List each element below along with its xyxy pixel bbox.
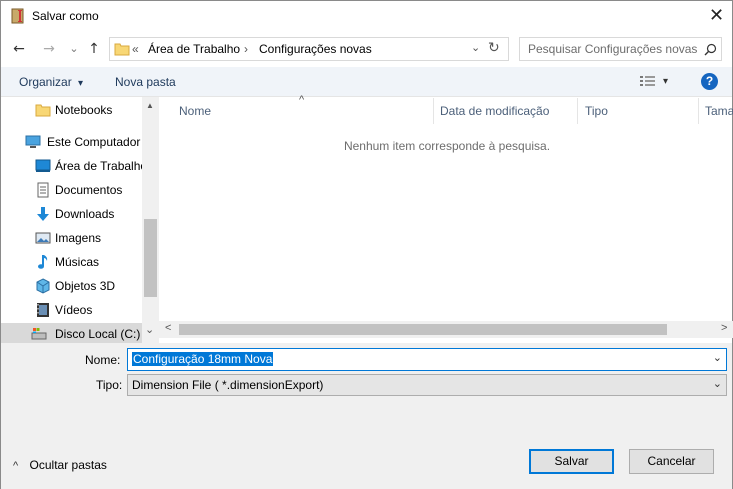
music-icon <box>38 255 48 269</box>
breadcrumb-overflow[interactable]: « <box>132 42 139 56</box>
close-button[interactable]: ✕ <box>700 1 733 32</box>
scroll-left-icon[interactable]: < <box>165 322 171 334</box>
folder-icon <box>114 43 130 56</box>
breadcrumb-item[interactable]: Área de Trabalho <box>148 42 240 56</box>
organize-button[interactable]: Organizar ▾ <box>19 75 83 89</box>
sidebar-item-label: Vídeos <box>55 303 93 317</box>
sidebar-item-label: Este Computador <box>47 135 141 149</box>
disk-icon <box>31 328 47 340</box>
sidebar-item-label: Disco Local (C:) <box>55 327 141 341</box>
file-type-value: Dimension File ( *.dimensionExport) <box>132 378 324 392</box>
sidebar-item-music[interactable]: Músicas <box>1 251 142 273</box>
pictures-icon <box>35 232 51 244</box>
breadcrumb-item[interactable]: Configurações novas <box>259 42 372 56</box>
videos-icon <box>37 303 49 317</box>
column-header-date-modified[interactable]: Data de modificação <box>440 104 549 130</box>
chevron-down-icon[interactable]: ⌄ <box>713 351 722 364</box>
documents-icon <box>37 182 49 198</box>
refresh-icon[interactable]: ↻ <box>488 40 500 56</box>
help-glyph: ? <box>705 74 714 88</box>
chevron-down-icon: ▾ <box>78 78 84 89</box>
column-header-type[interactable]: Tipo <box>585 104 608 130</box>
downloads-icon <box>37 207 49 221</box>
column-header-size[interactable]: Tama <box>705 104 733 130</box>
sidebar-item-label: Notebooks <box>55 103 113 117</box>
search-placeholder: Pesquisar Configurações novas <box>528 42 698 56</box>
sidebar-item-3d-objects[interactable]: Objetos 3D <box>1 275 142 297</box>
column-header-name[interactable]: Nome <box>179 104 211 130</box>
sidebar-item-label: Imagens <box>55 231 102 245</box>
help-icon[interactable]: ? <box>701 73 718 90</box>
sidebar-item-videos[interactable]: Vídeos <box>1 299 142 321</box>
file-name-value: Configuração 18mm Nova <box>132 352 274 366</box>
chevron-up-icon: ^ <box>13 460 19 472</box>
scroll-up-icon[interactable]: ▲ <box>146 101 154 110</box>
sidebar-item-label: Músicas <box>55 255 100 269</box>
breadcrumb-separator-icon[interactable]: › <box>244 42 248 56</box>
address-dropdown-icon[interactable]: ⌄ <box>471 41 480 54</box>
sidebar-scroll-thumb[interactable] <box>144 219 157 297</box>
app-icon <box>11 8 24 24</box>
sidebar-item-pictures[interactable]: Imagens <box>1 227 142 249</box>
organize-label: Organizar <box>19 75 72 89</box>
column-divider[interactable] <box>433 98 434 124</box>
hide-folders-button[interactable]: ^ Ocultar pastas <box>13 458 107 472</box>
window-title: Salvar como <box>32 9 99 23</box>
column-divider[interactable] <box>577 98 578 124</box>
scroll-right-icon[interactable]: > <box>721 322 727 334</box>
title-bar: Salvar como ✕ <box>1 1 732 32</box>
search-icon <box>704 43 717 56</box>
view-details-icon[interactable] <box>640 75 656 88</box>
sidebar-item-notebooks[interactable]: Notebooks <box>1 99 142 121</box>
chevron-down-icon: ⌄ <box>712 377 722 390</box>
hide-folders-label: Ocultar pastas <box>29 458 107 472</box>
sidebar-item-downloads[interactable]: Downloads <box>1 203 142 225</box>
column-divider[interactable] <box>698 98 699 124</box>
computer-icon <box>25 135 41 148</box>
search-input[interactable]: Pesquisar Configurações novas <box>519 37 722 61</box>
empty-message: Nenhum item corresponde à pesquisa. <box>343 139 551 153</box>
save-button[interactable]: Salvar <box>529 449 614 474</box>
address-bar[interactable]: « Área de Trabalho › Configurações novas… <box>109 37 509 61</box>
sidebar-item-label: Documentos <box>55 183 123 197</box>
folder-icon <box>35 104 51 117</box>
up-arrow-icon[interactable]: ↑ <box>84 38 104 60</box>
new-folder-button[interactable]: Nova pasta <box>115 75 176 89</box>
sidebar-item-local-disk[interactable]: Disco Local (C:) <box>1 323 142 343</box>
objects-3d-icon <box>36 278 50 294</box>
sidebar-item-label: Objetos 3D <box>55 279 116 293</box>
sidebar-item-label: Downloads <box>55 207 115 221</box>
close-icon: ✕ <box>708 5 725 26</box>
sort-ascending-icon: ^ <box>299 94 305 106</box>
forward-arrow-icon[interactable]: → <box>39 38 59 60</box>
toolbar: Organizar ▾ Nova pasta ▾ ? <box>1 67 732 97</box>
horizontal-scroll-thumb[interactable] <box>179 324 667 335</box>
sidebar-item-this-pc[interactable]: Este Computador <box>1 131 142 153</box>
file-name-label: Nome: <box>85 353 121 367</box>
cancel-button[interactable]: Cancelar <box>629 449 714 474</box>
file-name-field[interactable]: Configuração 18mm Nova ⌄ <box>127 348 727 371</box>
file-type-label: Tipo: <box>96 378 123 392</box>
navigation-pane: Notebooks Este Computador Área de Trabal… <box>1 97 158 343</box>
file-type-select[interactable]: Dimension File ( *.dimensionExport) ⌄ <box>127 374 727 396</box>
back-arrow-icon[interactable]: ← <box>9 38 29 60</box>
view-options-chevron-icon[interactable]: ▾ <box>663 76 668 87</box>
sidebar-scrollbar[interactable]: ▲ ⌄ <box>142 97 159 343</box>
file-list-horizontal-scrollbar[interactable]: < > <box>159 321 733 338</box>
sidebar-item-label: Área de Trabalho <box>55 159 148 173</box>
recent-locations-icon[interactable]: ⌄ <box>64 38 84 60</box>
desktop-icon <box>35 159 51 172</box>
sidebar-item-desktop[interactable]: Área de Trabalho <box>1 155 147 177</box>
sidebar-item-documents[interactable]: Documentos <box>1 179 142 201</box>
save-as-dialog: Salvar como ✕ ← → ⌄ ↑ « Área de Trabalho… <box>0 0 733 489</box>
scroll-down-icon[interactable]: ⌄ <box>145 323 154 336</box>
